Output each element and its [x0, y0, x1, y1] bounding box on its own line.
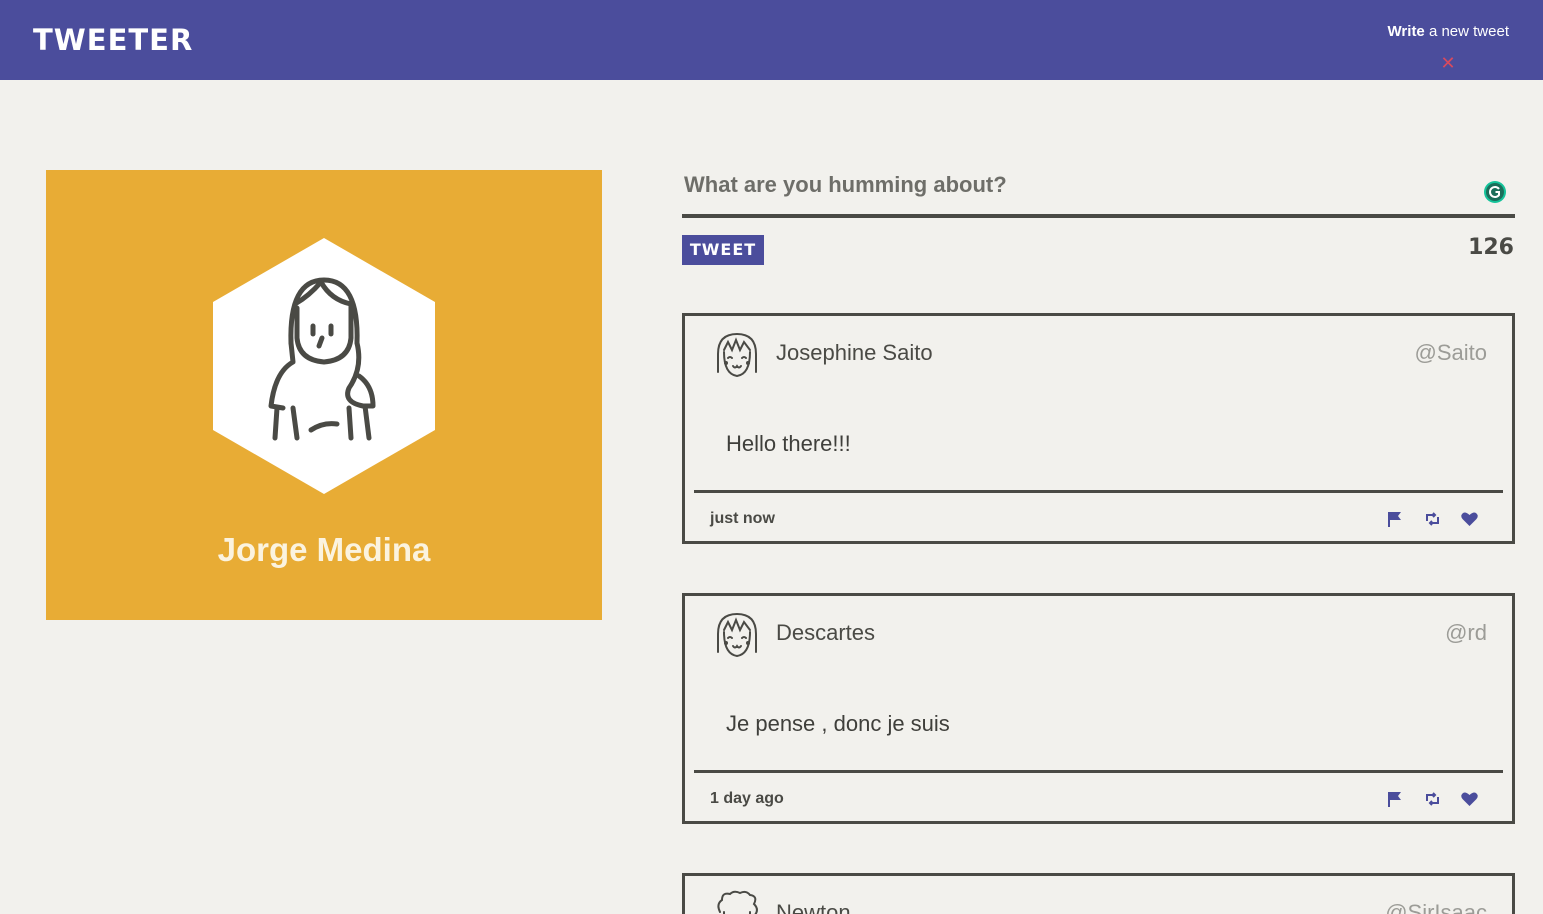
tweet-text: Je pense , donc je suis: [726, 711, 950, 736]
tweet-author-name: Newton: [776, 900, 851, 914]
compose-toggle-bold: Write: [1387, 23, 1425, 40]
compose-placeholder: What are you humming about?: [684, 172, 1007, 197]
tweet-card: Newton @SirIsaac: [682, 873, 1515, 914]
tweet-actions: [1386, 790, 1479, 808]
tweet-card: Descartes @rd Je pense , donc je suis 1 …: [682, 593, 1515, 824]
tweet-author-name: Josephine Saito: [776, 340, 933, 365]
tweet-card: Josephine Saito @Saito Hello there!!! ju…: [682, 313, 1515, 544]
tweet-author-handle: @SirIsaac: [1385, 900, 1487, 914]
tweet-actions: [1386, 510, 1479, 528]
tweet-timestamp: just now: [710, 510, 775, 527]
grammarly-icon[interactable]: [1483, 180, 1507, 204]
retweet-icon[interactable]: [1423, 510, 1442, 528]
avatar: [717, 612, 757, 658]
tweet-author-handle: @Saito: [1414, 340, 1487, 365]
tweet-timestamp: 1 day ago: [710, 790, 784, 807]
heart-icon[interactable]: [1460, 790, 1479, 808]
write-new-tweet-link[interactable]: Write a new tweet: [1388, 22, 1509, 42]
tweet-author-name: Descartes: [776, 620, 876, 645]
profile-card: Jorge Medina: [46, 170, 602, 620]
flag-icon[interactable]: [1386, 790, 1405, 808]
tweet-compose-input[interactable]: What are you humming about?: [682, 168, 1515, 218]
heart-icon[interactable]: [1460, 510, 1479, 528]
profile-avatar: [213, 238, 435, 494]
compose-toggle-text: a new tweet: [1424, 23, 1509, 40]
retweet-icon[interactable]: [1423, 790, 1442, 808]
profile-name: Jorge Medina: [217, 531, 431, 568]
top-nav-bar: TWEETER Write a new tweet ✕: [0, 0, 1543, 80]
character-counter: 126: [1468, 235, 1514, 260]
close-icon[interactable]: ✕: [1439, 54, 1457, 72]
divider: [694, 490, 1503, 493]
tweet-author-handle: @rd: [1445, 620, 1487, 645]
tweet-text: Hello there!!!: [726, 431, 851, 456]
avatar: [717, 332, 757, 378]
flag-icon[interactable]: [1386, 510, 1405, 528]
app-logo[interactable]: TWEETER: [33, 22, 193, 58]
divider: [694, 770, 1503, 773]
avatar: [717, 890, 758, 914]
tweet-submit-button[interactable]: TWEET: [682, 235, 764, 265]
